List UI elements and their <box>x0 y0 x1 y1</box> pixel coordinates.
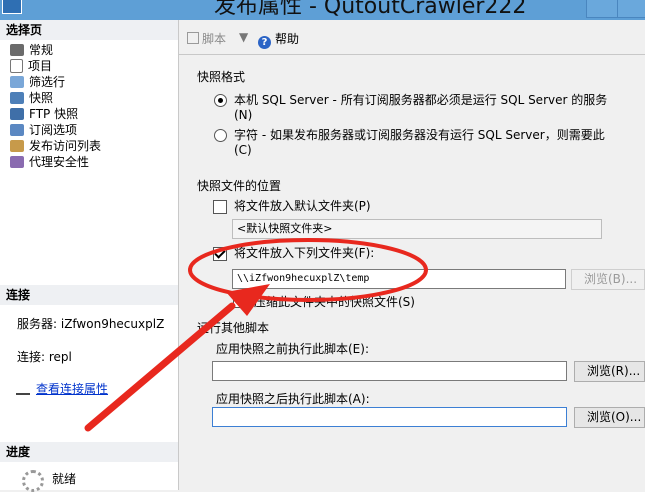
left-pane: 选择页 常规 项目 筛选行 快照 FTP 快照 订阅选项 发布访问列表 代理安全… <box>0 20 179 490</box>
snapshot-icon <box>10 92 24 104</box>
default-folder-checkbox[interactable] <box>213 200 227 214</box>
page-item-label: 发布访问列表 <box>29 139 102 153</box>
after-script-input[interactable] <box>212 407 567 427</box>
scripts-group-label: 运行其他脚本 <box>197 321 270 335</box>
page-item-label: 快照 <box>29 91 54 105</box>
security-icon <box>10 156 24 168</box>
progress-spinner-icon <box>22 470 44 492</box>
page-item-agent-security[interactable]: 代理安全性 <box>0 154 178 170</box>
character-format-text: 字符 - 如果发布服务器或订阅服务器没有运行 SQL Server，则需要此 (… <box>234 128 605 157</box>
ftp-icon <box>10 108 24 120</box>
snapshot-location-label: 快照文件的位置 <box>197 179 282 193</box>
app-icon <box>2 0 22 14</box>
page-list: 常规 项目 筛选行 快照 FTP 快照 订阅选项 发布访问列表 代理安全性 <box>0 42 178 170</box>
page-item-label: 筛选行 <box>29 75 66 89</box>
browse-after-script-button[interactable]: 浏览(O)... <box>574 407 645 428</box>
view-connection-properties[interactable]: 查看连接属性 <box>16 380 108 397</box>
help-icon: ? <box>258 36 271 49</box>
toolbar-divider <box>179 54 645 55</box>
page-item-snapshot[interactable]: 快照 <box>0 90 178 106</box>
custom-folder-label: 将文件放入下列文件夹(F): <box>234 246 375 260</box>
title-bar: 发布属性 - QutoutCrawler222 <box>0 0 645 20</box>
help-button[interactable]: ? 帮助 <box>258 30 299 49</box>
before-script-label: 应用快照之前执行此脚本(E): <box>216 342 369 356</box>
minimize-button[interactable] <box>586 0 618 18</box>
script-icon <box>187 32 199 44</box>
users-icon <box>10 140 24 152</box>
subscription-icon <box>10 124 24 136</box>
page-item-general[interactable]: 常规 <box>0 42 178 58</box>
wrench-icon <box>10 44 24 56</box>
page-item-subscription-options[interactable]: 订阅选项 <box>0 122 178 138</box>
connection-header: 连接 <box>0 285 178 305</box>
maximize-button[interactable] <box>617 0 645 18</box>
toolbar: 脚本 ▼ ? 帮助 <box>179 20 645 54</box>
page-item-filter-rows[interactable]: 筛选行 <box>0 74 178 90</box>
default-folder-label: 将文件放入默认文件夹(P) <box>234 199 371 213</box>
page-item-label: 常规 <box>29 43 54 57</box>
progress-status: 就绪 <box>52 472 77 486</box>
script-dropdown-icon[interactable]: ▼ <box>239 30 248 44</box>
after-script-label: 应用快照之后执行此脚本(A): <box>216 392 370 406</box>
page-item-label: 项目 <box>28 59 53 73</box>
page-item-label: 代理安全性 <box>29 155 90 169</box>
script-button[interactable]: 脚本 <box>187 30 226 47</box>
connection-label: 连接: repl <box>17 350 72 364</box>
custom-folder-input[interactable]: \\iZfwon9hecuxplZ\temp <box>232 269 566 289</box>
browse-before-script-button[interactable]: 浏览(R)... <box>574 361 645 382</box>
native-format-radio[interactable] <box>214 94 227 107</box>
select-page-header: 选择页 <box>0 20 178 40</box>
connection-properties-icon <box>16 383 30 395</box>
default-folder-field: <默认快照文件夹> <box>232 219 602 239</box>
page-item-articles[interactable]: 项目 <box>0 58 178 74</box>
custom-folder-checkbox[interactable] <box>213 247 227 261</box>
page-item-access-list[interactable]: 发布访问列表 <box>0 138 178 154</box>
view-connection-link[interactable]: 查看连接属性 <box>36 380 108 397</box>
before-script-input[interactable] <box>212 361 567 381</box>
page-item-label: FTP 快照 <box>29 107 79 121</box>
progress-header: 进度 <box>0 442 178 462</box>
document-icon <box>10 59 23 73</box>
properties-pane: 脚本 ▼ ? 帮助 快照格式 本机 SQL Server - 所有订阅服务器都必须… <box>179 20 645 490</box>
page-item-label: 订阅选项 <box>29 123 78 137</box>
compress-label: 压缩此文件夹中的快照文件(S) <box>254 295 415 309</box>
window-title: 发布属性 - QutoutCrawler222 <box>214 0 527 19</box>
compress-checkbox[interactable] <box>233 294 247 308</box>
snapshot-format-label: 快照格式 <box>197 70 246 84</box>
browse-folder-button[interactable]: 浏览(B)... <box>571 269 645 290</box>
character-format-radio[interactable] <box>214 129 227 142</box>
server-label: 服务器: iZfwon9hecuxplZ <box>17 317 165 331</box>
filter-icon <box>10 76 24 88</box>
native-format-text: 本机 SQL Server - 所有订阅服务器都必须是运行 SQL Server… <box>234 93 608 122</box>
page-item-ftp-snapshot[interactable]: FTP 快照 <box>0 106 178 122</box>
